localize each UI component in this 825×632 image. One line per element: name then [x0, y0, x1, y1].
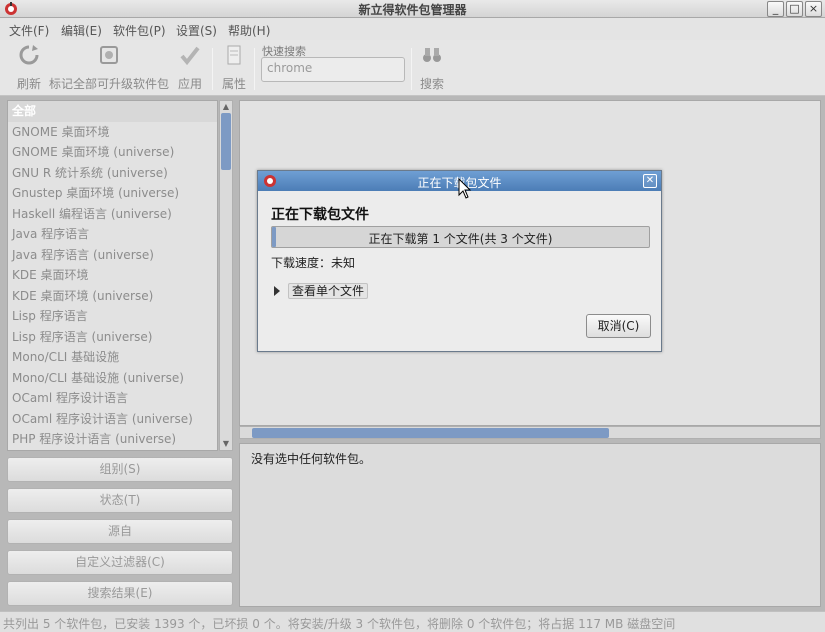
package-list-hscrollbar[interactable]	[239, 426, 821, 439]
apply-button[interactable]: 应用	[175, 44, 205, 92]
search-results-button[interactable]: 搜索结果(E)	[7, 581, 233, 606]
refresh-icon	[19, 45, 39, 65]
menu-help[interactable]: 帮助(H)	[228, 22, 270, 39]
menu-edit[interactable]: 编辑(E)	[61, 22, 102, 39]
toolbar-separator	[411, 48, 412, 90]
category-item[interactable]: GNOME 桌面环境	[8, 122, 217, 143]
status-text: 共列出 5 个软件包，已安装 1393 个，已坏损 0 个。将安装/升级 3 个…	[3, 617, 676, 631]
maximize-button[interactable]: □	[786, 1, 803, 17]
close-button[interactable]: ×	[805, 1, 822, 17]
status-bar: 共列出 5 个软件包，已安装 1393 个，已坏损 0 个。将安装/升级 3 个…	[0, 611, 825, 632]
refresh-label: 刷新	[16, 77, 41, 91]
window-title: 新立得软件包管理器	[358, 3, 467, 17]
progress-label: 正在下载第 1 个文件(共 3 个文件)	[368, 232, 553, 246]
menu-file[interactable]: 文件(F)	[9, 22, 49, 39]
toolbar: 刷新 标记全部可升级软件包 应用 属性 快速搜索 chrome 搜索	[0, 40, 825, 96]
category-item[interactable]: KDE 桌面环境	[8, 265, 217, 286]
menu-bar: 文件(F) 编辑(E) 软件包(P) 设置(S) 帮助(H)	[0, 18, 825, 40]
category-item[interactable]: Mono/CLI 基础设施	[8, 347, 217, 368]
search-label: 搜索	[419, 77, 444, 91]
custom-filters-button[interactable]: 自定义过滤器(C)	[7, 550, 233, 575]
category-item[interactable]: Mono/CLI 基础设施 (universe)	[8, 368, 217, 389]
menu-settings[interactable]: 设置(S)	[176, 22, 217, 39]
quick-search-input[interactable]: chrome	[261, 57, 405, 82]
window-title-bar: 新立得软件包管理器 _ □ ×	[0, 0, 825, 18]
expander-arrow-icon[interactable]	[274, 286, 280, 296]
binoculars-icon	[423, 48, 441, 62]
scroll-down-icon[interactable]: ▼	[221, 439, 231, 449]
scroll-up-icon[interactable]: ▲	[221, 102, 231, 112]
filter-status-button[interactable]: 状态(T)	[7, 488, 233, 513]
toolbar-separator	[254, 48, 255, 90]
scrollbar-thumb[interactable]	[221, 113, 231, 170]
category-item[interactable]: PHP 程序设计语言 (universe)	[8, 429, 217, 450]
dialog-heading: 正在下载包文件	[271, 207, 369, 223]
category-item[interactable]: KDE 桌面环境 (universe)	[8, 286, 217, 307]
expander-label[interactable]: 查看单个文件	[288, 283, 369, 299]
category-item[interactable]: Gnustep 桌面环境 (universe)	[8, 183, 217, 204]
category-item-all[interactable]: 全部	[8, 101, 217, 122]
properties-button[interactable]: 属性	[219, 44, 249, 92]
download-progress-bar: 正在下载第 1 个文件(共 3 个文件)	[271, 226, 650, 248]
search-button[interactable]: 搜索	[417, 44, 447, 92]
scrollbar-thumb[interactable]	[252, 428, 609, 438]
cancel-button[interactable]: 取消(C)	[586, 314, 651, 338]
category-item[interactable]: OCaml 程序设计语言	[8, 388, 217, 409]
category-item[interactable]: Lisp 程序语言 (universe)	[8, 327, 217, 348]
filter-origin-button[interactable]: 源自	[7, 519, 233, 544]
dialog-close-button[interactable]: ✕	[643, 174, 657, 188]
category-item[interactable]: Haskell 编程语言 (universe)	[8, 204, 217, 225]
category-item[interactable]: GNU R 统计系统 (universe)	[8, 163, 217, 184]
properties-label: 属性	[221, 77, 246, 91]
toolbar-separator	[212, 48, 213, 90]
filter-sections-button[interactable]: 组别(S)	[7, 457, 233, 482]
properties-icon	[227, 45, 241, 65]
mark-all-upgrades-button[interactable]: 标记全部可升级软件包	[48, 44, 170, 92]
checkmark-icon	[180, 46, 200, 66]
category-item[interactable]: Java 程序语言	[8, 224, 217, 245]
category-list: 全部 GNOME 桌面环境 GNOME 桌面环境 (universe) GNU R 统…	[7, 100, 218, 451]
category-item[interactable]: GNOME 桌面环境 (universe)	[8, 142, 217, 163]
apply-label: 应用	[177, 77, 202, 91]
minimize-button[interactable]: _	[767, 1, 784, 17]
category-item[interactable]: Java 程序语言 (universe)	[8, 245, 217, 266]
show-files-expander[interactable]: 查看单个文件	[274, 282, 369, 299]
menu-package[interactable]: 软件包(P)	[113, 22, 166, 39]
refresh-button[interactable]: 刷新	[14, 44, 44, 92]
category-scrollbar[interactable]: ▲ ▼	[219, 100, 233, 451]
mouse-cursor-icon	[458, 178, 472, 199]
upgrade-icon	[100, 46, 118, 64]
mark-all-upgrades-label: 标记全部可升级软件包	[48, 77, 169, 91]
no-package-selected-text: 没有选中任何软件包。	[251, 452, 372, 466]
category-item[interactable]: Lisp 程序语言	[8, 306, 217, 327]
download-speed: 下载速度：未知	[271, 256, 356, 270]
package-details: 没有选中任何软件包。	[239, 443, 821, 607]
category-item[interactable]: OCaml 程序设计语言 (universe)	[8, 409, 217, 430]
